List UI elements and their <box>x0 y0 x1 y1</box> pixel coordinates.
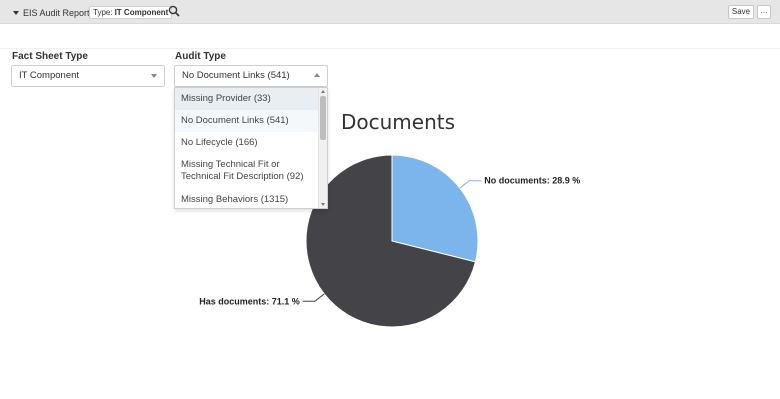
top-toolbar: EIS Audit Reports Type: IT Component Sav… <box>0 0 780 24</box>
dropdown-scrollbar[interactable] <box>318 88 327 208</box>
chevron-down-icon <box>151 74 157 78</box>
pie-connector-line <box>459 180 482 189</box>
chevron-up-icon <box>314 73 320 77</box>
pie-data-label: No documents: 28.9 % <box>484 176 580 186</box>
type-chip-value: IT Component <box>114 8 169 17</box>
dropdown-option[interactable]: No Document Links (541) <box>175 110 319 132</box>
divider <box>0 48 780 49</box>
save-button[interactable]: Save <box>728 5 754 19</box>
dropdown-option[interactable]: Missing Technical Fit or Technical Fit D… <box>175 154 319 189</box>
pie-connector-line <box>302 293 325 302</box>
caret-down-icon <box>13 10 19 15</box>
dropdown-option[interactable]: Missing Behaviors (1315) <box>175 189 319 208</box>
dropdown-option[interactable]: No Lifecycle (166) <box>175 132 319 154</box>
type-filter-chip[interactable]: Type: IT Component <box>89 6 173 19</box>
audit-type-select[interactable]: No Document Links (541) <box>174 65 328 87</box>
fact-sheet-type-label: Fact Sheet Type <box>12 51 88 62</box>
fact-sheet-type-value: IT Component <box>19 70 80 81</box>
audit-type-value: No Document Links (541) <box>182 70 290 81</box>
scrollbar-thumb[interactable] <box>320 96 326 140</box>
audit-type-dropdown[interactable]: Missing Provider (33) No Document Links … <box>174 87 328 209</box>
fact-sheet-type-select[interactable]: IT Component <box>11 65 165 87</box>
type-chip-prefix: Type: <box>93 8 113 17</box>
scroll-up-icon[interactable] <box>321 90 325 93</box>
reports-menu-label: EIS Audit Reports <box>23 7 95 18</box>
audit-type-label: Audit Type <box>175 51 226 62</box>
chart-title: Documents <box>341 110 456 134</box>
pie-data-label: Has documents: 71.1 % <box>199 296 300 306</box>
search-icon[interactable] <box>168 5 180 17</box>
dropdown-option[interactable]: Missing Provider (33) <box>175 88 319 110</box>
more-options-button[interactable]: ... <box>757 5 771 19</box>
pie-chart: No documents: 28.9 % Has documents: 71.1 … <box>199 154 580 328</box>
scroll-down-icon[interactable] <box>321 203 325 206</box>
reports-menu[interactable]: EIS Audit Reports <box>13 6 94 19</box>
